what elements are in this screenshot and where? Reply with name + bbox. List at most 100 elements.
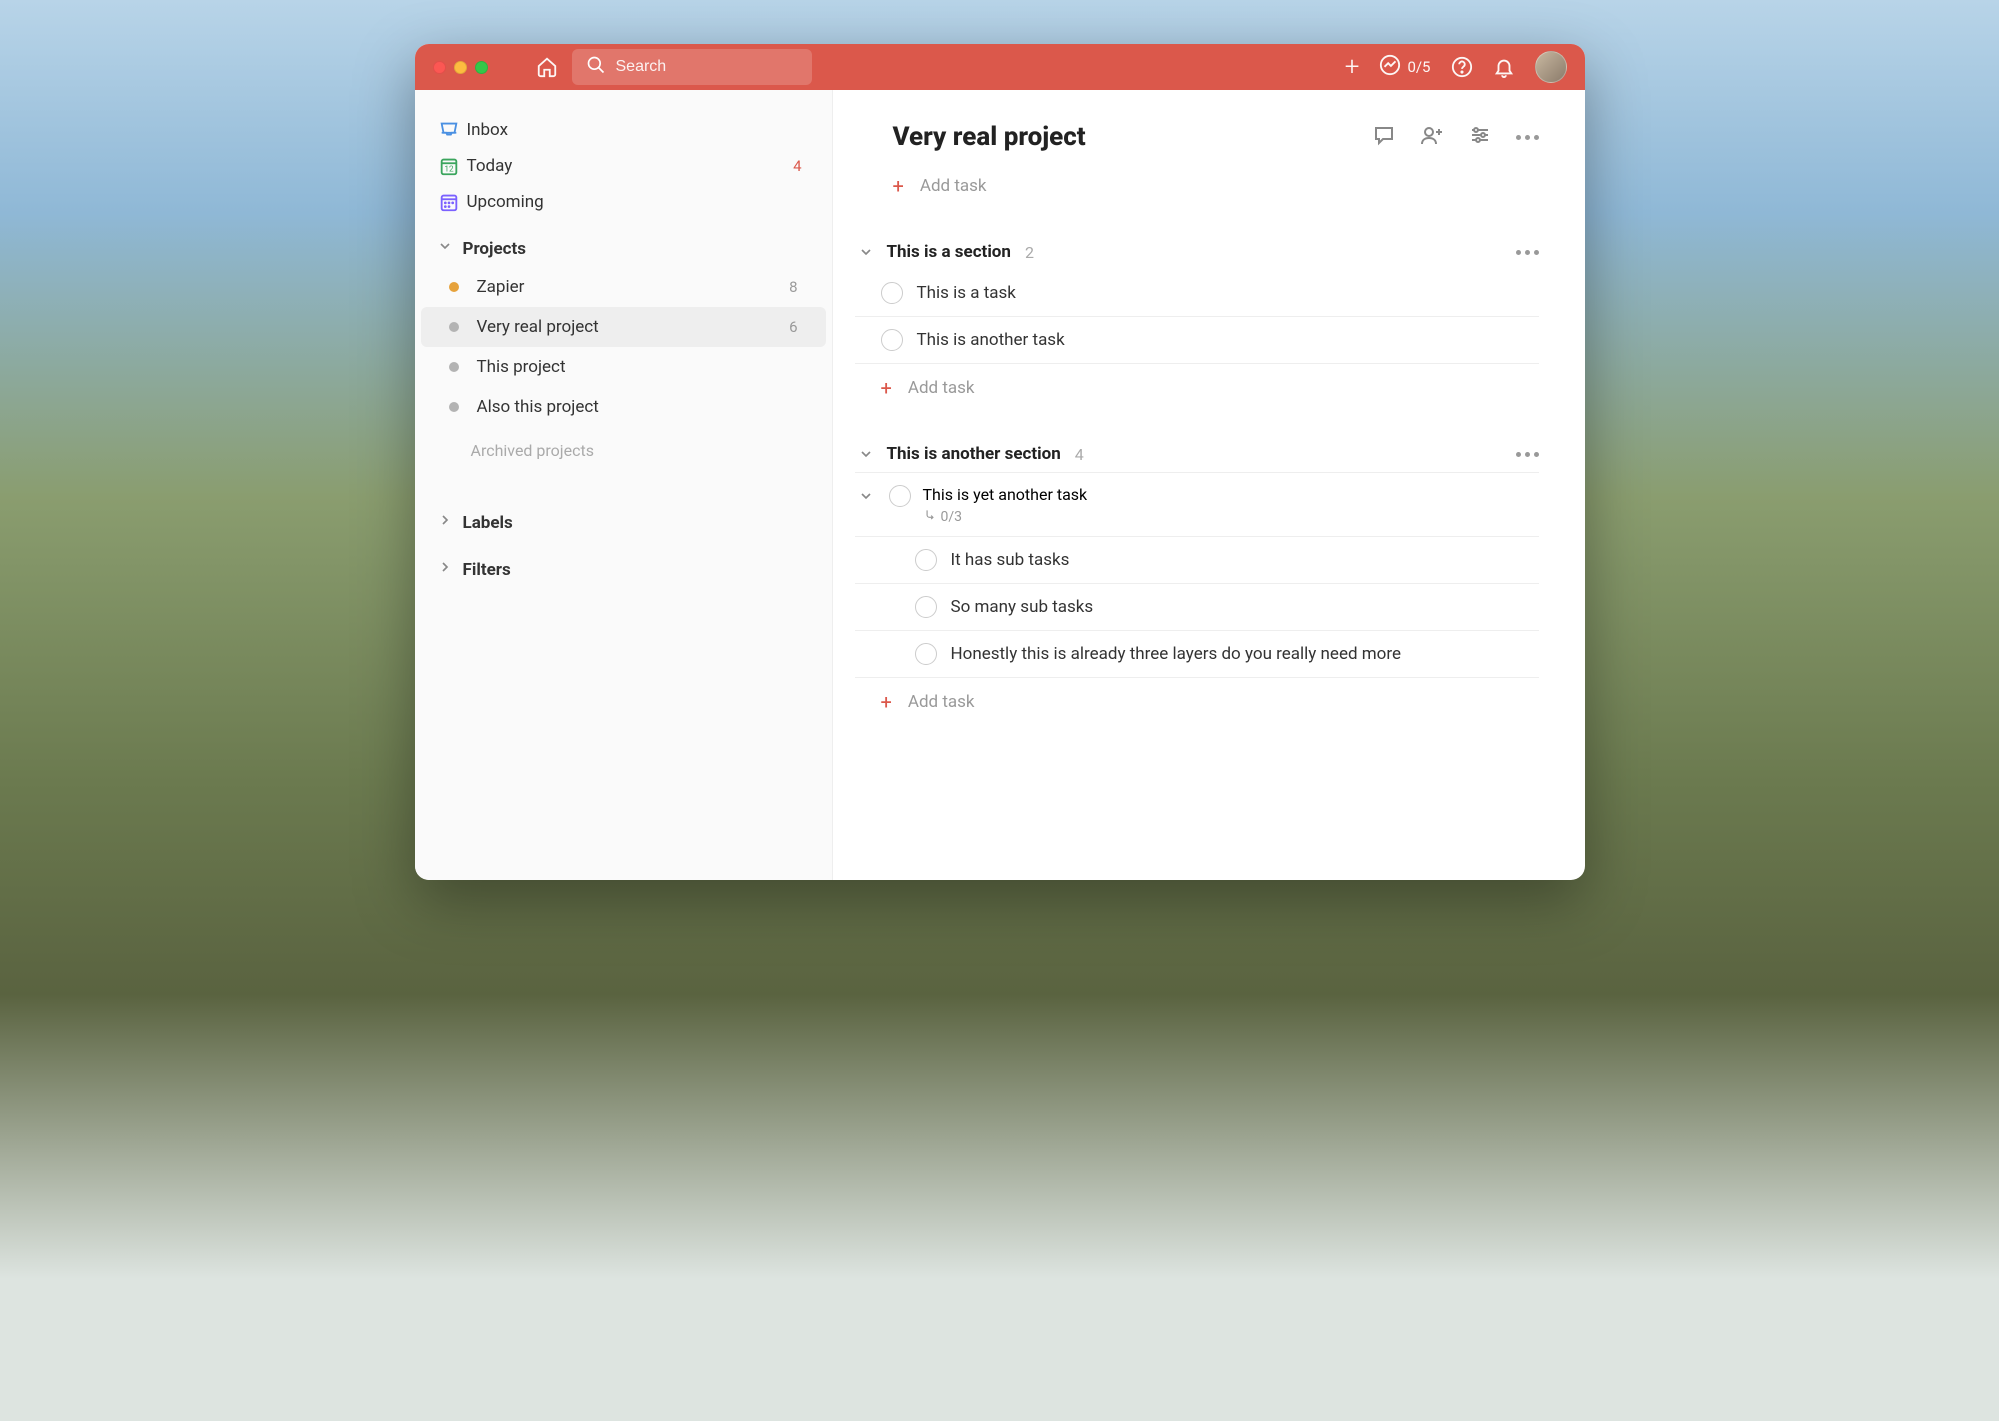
traffic-lights (433, 61, 488, 74)
subtask-progress-text: 0/3 (941, 509, 963, 525)
plus-icon: + (881, 690, 892, 714)
app-body: Inbox 12 Today 4 Upcoming Projects (415, 90, 1585, 880)
subtask-icon (923, 508, 937, 526)
section-more-icon[interactable] (1516, 452, 1539, 457)
sidebar-upcoming-label: Upcoming (467, 192, 544, 212)
add-task-label: Add task (920, 176, 987, 196)
menu-icon[interactable] (500, 60, 522, 74)
task-title: This is a task (917, 283, 1016, 303)
section-count: 2 (1025, 243, 1034, 262)
task-checkbox[interactable] (915, 596, 937, 618)
sidebar-inbox-label: Inbox (467, 120, 509, 140)
add-task-section-2[interactable]: + Add task (855, 682, 1539, 722)
sidebar-filters-label: Filters (463, 560, 511, 580)
subtask-row[interactable]: Honestly this is already three layers do… (855, 630, 1539, 677)
sidebar-project-zapier[interactable]: Zapier 8 (421, 267, 826, 307)
productivity-button[interactable]: 0/5 (1379, 54, 1430, 80)
sidebar: Inbox 12 Today 4 Upcoming Projects (415, 90, 833, 880)
add-task-section-1[interactable]: + Add task (855, 368, 1539, 408)
chevron-right-icon (437, 512, 453, 533)
avatar[interactable] (1535, 51, 1567, 83)
sidebar-today-count: 4 (793, 157, 801, 175)
sidebar-filters-header[interactable]: Filters (415, 541, 832, 588)
app-window: + 0/5 Inbox (415, 44, 1585, 880)
section-name: This is another section (887, 444, 1061, 464)
add-task-top[interactable]: + Add task (879, 166, 1539, 206)
sidebar-labels-header[interactable]: Labels (415, 494, 832, 541)
subtask-row[interactable]: So many sub tasks (855, 583, 1539, 630)
section-2: This is another section 4 This is yet an… (855, 438, 1539, 722)
subtask-row[interactable]: It has sub tasks (855, 536, 1539, 583)
project-color-dot (449, 362, 459, 372)
comments-icon[interactable] (1372, 123, 1396, 151)
project-color-dot (449, 282, 459, 292)
task-checkbox[interactable] (881, 329, 903, 351)
task-checkbox[interactable] (915, 549, 937, 571)
upcoming-icon (437, 191, 461, 213)
task-row[interactable]: This is another task (855, 317, 1539, 364)
section-name: This is a section (887, 242, 1011, 262)
productivity-count: 0/5 (1407, 58, 1430, 76)
main-actions (1372, 123, 1539, 151)
window-close-button[interactable] (433, 61, 446, 74)
task-checkbox[interactable] (881, 282, 903, 304)
notifications-icon[interactable] (1493, 56, 1515, 78)
sidebar-projects-label: Projects (463, 239, 526, 259)
sidebar-project-also-this[interactable]: Also this project (421, 387, 826, 427)
window-minimize-button[interactable] (454, 61, 467, 74)
view-options-icon[interactable] (1468, 123, 1492, 151)
chevron-down-icon (855, 244, 877, 260)
today-icon: 12 (437, 155, 461, 177)
chevron-down-icon (437, 238, 453, 259)
section-more-icon[interactable] (1516, 250, 1539, 255)
sidebar-archived-projects[interactable]: Archived projects (415, 427, 832, 474)
project-name: Also this project (477, 397, 599, 417)
project-count: 8 (789, 278, 797, 296)
home-icon[interactable] (536, 56, 558, 78)
section-count: 4 (1075, 445, 1084, 464)
search-box[interactable] (572, 49, 812, 85)
sidebar-item-today[interactable]: 12 Today 4 (415, 148, 832, 184)
chevron-down-icon[interactable] (855, 488, 877, 504)
help-icon[interactable] (1451, 56, 1473, 78)
sidebar-projects-header[interactable]: Projects (415, 220, 832, 267)
search-input[interactable] (616, 58, 798, 76)
sidebar-item-inbox[interactable]: Inbox (415, 112, 832, 148)
add-task-label: Add task (908, 692, 975, 712)
task-with-subtasks: This is yet another task 0/3 It has sub … (855, 472, 1539, 678)
task-checkbox[interactable] (889, 485, 911, 507)
project-name: Very real project (477, 317, 599, 337)
section-1-header[interactable]: This is a section 2 (855, 236, 1539, 270)
more-options-icon[interactable] (1516, 135, 1539, 140)
titlebar-left (500, 49, 812, 85)
page-title: Very real project (893, 122, 1086, 152)
productivity-icon (1379, 54, 1401, 80)
chevron-down-icon (855, 446, 877, 462)
project-color-dot (449, 402, 459, 412)
main-content: Very real project + (833, 90, 1585, 880)
sidebar-project-very-real[interactable]: Very real project 6 (421, 307, 826, 347)
sidebar-labels-label: Labels (463, 513, 513, 533)
search-icon (586, 55, 606, 79)
sidebar-item-upcoming[interactable]: Upcoming (415, 184, 832, 220)
inbox-icon (437, 119, 461, 141)
task-title: It has sub tasks (951, 550, 1070, 570)
quick-add-icon[interactable]: + (1345, 54, 1360, 80)
chevron-right-icon (437, 559, 453, 580)
project-name: Zapier (477, 277, 525, 297)
share-icon[interactable] (1420, 123, 1444, 151)
task-title: Honestly this is already three layers do… (951, 644, 1402, 664)
project-color-dot (449, 322, 459, 332)
sidebar-project-this[interactable]: This project (421, 347, 826, 387)
window-maximize-button[interactable] (475, 61, 488, 74)
task-row[interactable]: This is a task (855, 270, 1539, 317)
project-count: 6 (789, 318, 797, 336)
project-name: This project (477, 357, 566, 377)
plus-icon: + (893, 174, 904, 198)
svg-text:12: 12 (444, 165, 454, 175)
add-task-label: Add task (908, 378, 975, 398)
task-checkbox[interactable] (915, 643, 937, 665)
plus-icon: + (881, 376, 892, 400)
section-2-header[interactable]: This is another section 4 (855, 438, 1539, 472)
task-row[interactable]: This is yet another task 0/3 (855, 473, 1539, 536)
